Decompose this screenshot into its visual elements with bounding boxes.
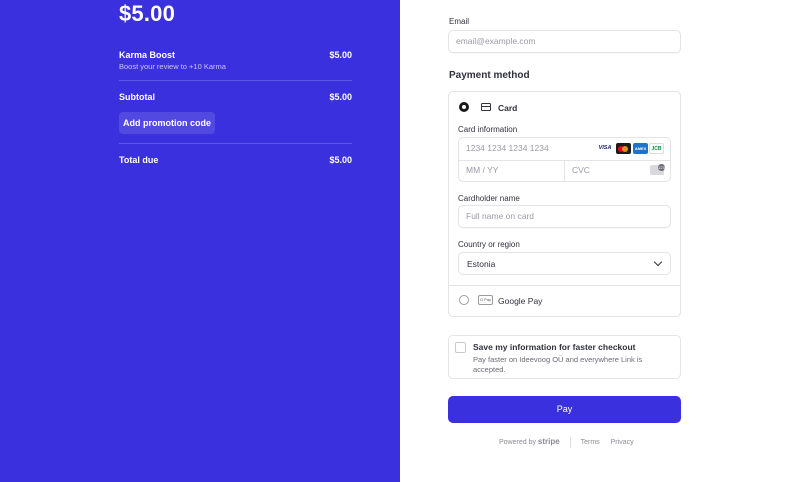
- save-info-title[interactable]: Save my information for faster checkout: [473, 342, 636, 352]
- total-due-label: Total due: [119, 155, 159, 165]
- footer: Powered by stripe Terms Privacy: [499, 437, 634, 448]
- credit-card-icon: [481, 103, 491, 111]
- card-information-group: 1234 1234 1234 1234 VISA AMEX JCB MM / Y…: [458, 137, 671, 182]
- email-label: Email: [449, 17, 470, 26]
- subtotal-value: $5.00: [329, 92, 352, 102]
- cvc-card-icon: [650, 164, 665, 175]
- cvc-input[interactable]: CVC: [572, 165, 590, 175]
- country-label: Country or region: [458, 240, 520, 249]
- google-pay-radio[interactable]: [459, 295, 469, 305]
- card-radio-selected[interactable]: [459, 102, 469, 112]
- jcb-icon: JCB: [649, 143, 664, 154]
- line-item-name: Karma Boost: [119, 50, 176, 60]
- google-pay-icon: G Pay: [478, 295, 493, 305]
- save-info-checkbox[interactable]: [455, 342, 466, 353]
- stripe-logo[interactable]: stripe: [538, 437, 560, 446]
- mastercard-icon: [616, 143, 631, 154]
- summary-divider: [119, 143, 352, 144]
- google-pay-label[interactable]: Google Pay: [498, 296, 542, 306]
- card-information-label: Card information: [458, 125, 518, 134]
- payment-form-panel: Email email@example.com Payment method C…: [400, 0, 806, 482]
- footer-divider: [569, 437, 571, 448]
- card-field-divider: [564, 160, 565, 181]
- line-item-price: $5.00: [329, 50, 352, 60]
- subtotal-label: Subtotal: [119, 92, 155, 102]
- order-summary-panel: $5.00 Karma Boost Boost your review to +…: [0, 0, 400, 482]
- cardholder-name-field[interactable]: Full name on card: [458, 205, 671, 228]
- total-due-value: $5.00: [329, 155, 352, 165]
- card-number-input[interactable]: 1234 1234 1234 1234: [466, 143, 549, 153]
- save-info-box: Save my information for faster checkout …: [448, 335, 681, 379]
- expiry-input[interactable]: MM / YY: [466, 165, 498, 175]
- terms-link[interactable]: Terms: [581, 439, 600, 446]
- cardholder-name-label: Cardholder name: [458, 194, 520, 203]
- country-select[interactable]: Estonia: [458, 252, 671, 275]
- amex-icon: AMEX: [633, 143, 648, 154]
- payment-method-box: Card Card information 1234 1234 1234 123…: [448, 91, 681, 317]
- country-value: Estonia: [467, 259, 496, 269]
- card-option-label[interactable]: Card: [498, 103, 517, 113]
- payment-method-title: Payment method: [449, 70, 530, 81]
- summary-divider: [119, 80, 352, 81]
- line-item-description: Boost your review to +10 Karma: [119, 62, 226, 71]
- total-amount: $5.00: [119, 1, 176, 26]
- pay-button[interactable]: Pay: [448, 396, 681, 423]
- payment-method-divider: [449, 285, 680, 286]
- email-field[interactable]: email@example.com: [448, 30, 681, 53]
- save-info-description: Pay faster on Ideevoog OÜ and everywhere…: [473, 355, 643, 374]
- privacy-link[interactable]: Privacy: [611, 439, 634, 446]
- line-item: Karma Boost Boost your review to +10 Kar…: [119, 50, 352, 71]
- chevron-down-icon: [653, 257, 663, 267]
- add-promotion-code-button[interactable]: Add promotion code: [119, 112, 215, 134]
- visa-icon: VISA: [596, 143, 614, 154]
- powered-by-text: Powered by: [499, 439, 536, 447]
